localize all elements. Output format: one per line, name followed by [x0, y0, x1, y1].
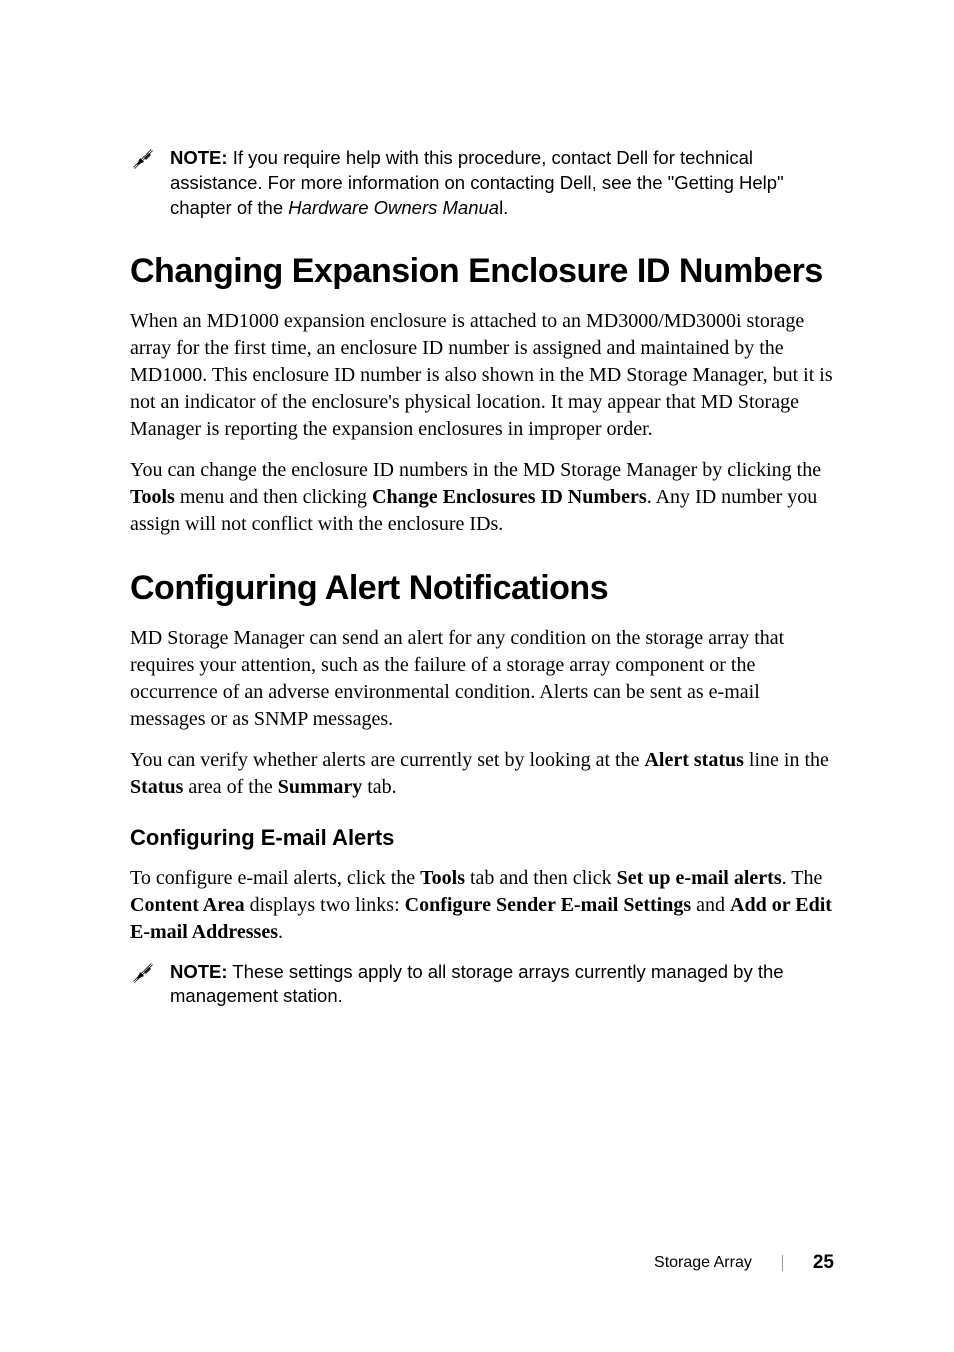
- s2p2-prefix: You can verify whether alerts are curren…: [130, 749, 644, 771]
- note-text-2: NOTE: These settings apply to all storag…: [170, 960, 834, 1010]
- note-body-after: l.: [499, 197, 508, 218]
- sub-prefix: To configure e-mail alerts, click the: [130, 867, 420, 889]
- note-icon: [130, 146, 156, 172]
- sub-mid1: tab and then click: [465, 867, 617, 889]
- sub-suffix: .: [278, 921, 283, 943]
- note-label: NOTE:: [170, 961, 228, 982]
- section1-para2: You can change the enclosure ID numbers …: [130, 457, 834, 538]
- heading-changing-enclosure-id: Changing Expansion Enclosure ID Numbers: [130, 251, 834, 292]
- sub-mid3: displays two links:: [245, 894, 405, 916]
- s2p2-bold-status: Status: [130, 776, 183, 798]
- note-icon: [130, 960, 156, 986]
- sub-mid4: and: [691, 894, 730, 916]
- note-label: NOTE:: [170, 147, 228, 168]
- sub-bold-content: Content Area: [130, 894, 245, 916]
- s2p2-mid2: area of the: [183, 776, 277, 798]
- s2p2-mid1: line in the: [744, 749, 829, 771]
- para2-prefix: You can change the enclosure ID numbers …: [130, 459, 821, 481]
- sub-mid2: . The: [782, 867, 823, 889]
- footer-divider: [782, 1255, 783, 1271]
- subheading-email-alerts: Configuring E-mail Alerts: [130, 825, 834, 851]
- heading-configuring-alerts: Configuring Alert Notifications: [130, 568, 834, 609]
- note-text-1: NOTE: If you require help with this proc…: [170, 146, 834, 221]
- section2-para1: MD Storage Manager can send an alert for…: [130, 625, 834, 733]
- s2p2-bold-summary: Summary: [278, 776, 362, 798]
- sub-bold-setup: Set up e-mail alerts: [617, 867, 782, 889]
- sub-bold-configure: Configure Sender E-mail Settings: [405, 894, 692, 916]
- para2-mid: menu and then clicking: [175, 486, 372, 508]
- note-body: These settings apply to all storage arra…: [170, 961, 784, 1007]
- para2-bold-tools: Tools: [130, 486, 175, 508]
- note-italic: Hardware Owners Manua: [288, 197, 499, 218]
- page-footer: Storage Array 25: [654, 1252, 834, 1274]
- s2p2-bold-alert: Alert status: [644, 749, 743, 771]
- footer-section-name: Storage Array: [654, 1254, 752, 1272]
- sub-bold-tools: Tools: [420, 867, 465, 889]
- note-block-2: NOTE: These settings apply to all storag…: [130, 960, 834, 1010]
- note-block-1: NOTE: If you require help with this proc…: [130, 146, 834, 221]
- s2p2-suffix: tab.: [362, 776, 396, 798]
- page-number: 25: [813, 1252, 834, 1274]
- para2-bold-change: Change Enclosures ID Numbers: [372, 486, 647, 508]
- section1-para1: When an MD1000 expansion enclosure is at…: [130, 308, 834, 443]
- subsection-para: To configure e-mail alerts, click the To…: [130, 865, 834, 946]
- page-content: NOTE: If you require help with this proc…: [0, 0, 954, 1009]
- section2-para2: You can verify whether alerts are curren…: [130, 747, 834, 801]
